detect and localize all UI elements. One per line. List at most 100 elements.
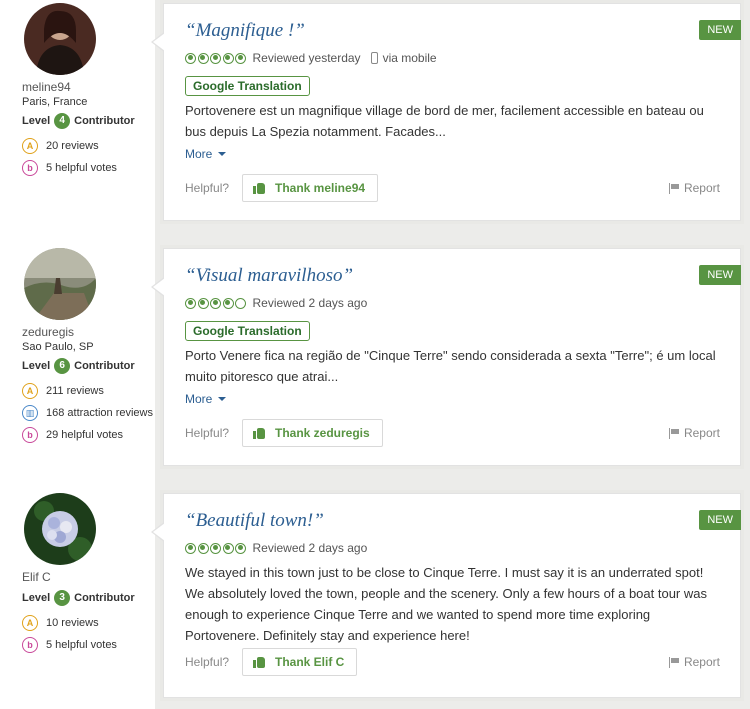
rating-bubbles — [185, 52, 248, 64]
rating-bubble-filled — [197, 52, 209, 64]
contributor-level: Level 3 Contributor — [22, 590, 157, 606]
thumbs-up-icon — [253, 427, 265, 439]
contributor-level: Level 6 Contributor — [22, 358, 157, 374]
review-footer: Helpful? Thank meline94 Report — [185, 174, 720, 202]
level-number: 3 — [54, 590, 71, 606]
review-title[interactable]: “Beautiful town!” — [185, 510, 324, 532]
flag-icon — [668, 427, 680, 439]
reviews-icon: A — [22, 138, 38, 154]
member-location: Paris, France — [22, 96, 88, 108]
reviews-icon: A — [22, 383, 38, 399]
level-suffix: Contributor — [74, 115, 135, 127]
username[interactable]: Elif C — [22, 570, 157, 584]
helpful-votes-count: 29 helpful votes — [46, 429, 124, 441]
rating-bubble-filled — [222, 52, 234, 64]
thumbs-up-icon — [253, 182, 265, 194]
helpful-votes-count: 5 helpful votes — [46, 639, 117, 651]
level-suffix: Contributor — [74, 592, 135, 604]
thank-button[interactable]: Thank meline94 — [242, 174, 379, 202]
helpful-votes-badge[interactable]: b 29 helpful votes — [22, 427, 157, 443]
review-card: NEW “Beautiful town!” Reviewed 2 days ag… — [151, 493, 741, 698]
review-card: NEW “Visual maravilhoso” Reviewed 2 days… — [151, 248, 741, 466]
member-info: Elif C Level 3 Contributor A 10 reviews … — [22, 493, 157, 653]
thank-label: Thank zeduregis — [275, 426, 370, 440]
rating-bubble-filled — [197, 542, 209, 554]
member-info: zeduregis Sao Paulo, SP Level 6 Contribu… — [22, 248, 157, 443]
report-link[interactable]: Report — [668, 426, 720, 440]
via-mobile-label: via mobile — [382, 51, 437, 65]
rating-row: Reviewed 2 days ago — [185, 541, 367, 555]
review-footer: Helpful? Thank Elif C Report — [185, 648, 720, 676]
thank-label: Thank Elif C — [275, 655, 345, 669]
helpful-votes-badge[interactable]: b 5 helpful votes — [22, 637, 157, 653]
mobile-phone-icon — [370, 52, 378, 64]
rating-bubble-empty — [235, 297, 246, 309]
reviews-count-badge[interactable]: A 10 reviews — [22, 615, 157, 631]
review-text: We stayed in this town just to be close … — [185, 565, 707, 643]
member-info: meline94 Paris, France Level 4 Contribut… — [22, 3, 157, 176]
rating-bubble-filled — [185, 297, 196, 309]
username[interactable]: meline94 — [22, 80, 157, 94]
reviews-count: 10 reviews — [46, 617, 99, 629]
rating-bubbles — [185, 297, 248, 309]
google-translation-button[interactable]: Google Translation — [185, 76, 310, 96]
review-footer: Helpful? Thank zeduregis Report — [185, 419, 720, 447]
more-link[interactable]: More — [185, 147, 227, 161]
review-date: Reviewed 2 days ago — [252, 296, 368, 310]
attraction-reviews-badge[interactable]: ▥ 168 attraction reviews — [22, 405, 157, 421]
level-number: 6 — [54, 358, 71, 374]
reviews-count: 20 reviews — [46, 140, 99, 152]
rating-row: Reviewed yesterday via mobile — [185, 51, 437, 65]
review-title[interactable]: “Magnifique !” — [185, 20, 305, 42]
report-link[interactable]: Report — [668, 655, 720, 669]
contributor-level: Level 4 Contributor — [22, 113, 157, 129]
more-link[interactable]: More — [185, 392, 227, 406]
new-badge: NEW — [699, 510, 741, 530]
review-date: Reviewed 2 days ago — [252, 541, 368, 555]
google-translation-button[interactable]: Google Translation — [185, 321, 310, 341]
report-label: Report — [683, 655, 720, 669]
reviews-count-badge[interactable]: A 211 reviews — [22, 383, 157, 399]
rating-bubble-filled — [185, 542, 196, 554]
helpful-votes-count: 5 helpful votes — [46, 162, 117, 174]
helpful-label: Helpful? — [185, 655, 230, 669]
caret-down-icon — [218, 152, 227, 156]
rating-bubble-filled — [210, 542, 221, 554]
thank-button[interactable]: Thank Elif C — [242, 648, 358, 676]
avatar[interactable] — [24, 3, 96, 75]
rating-bubble-filled — [222, 297, 234, 309]
level-prefix: Level — [22, 115, 51, 127]
helpful-label: Helpful? — [185, 426, 230, 440]
level-suffix: Contributor — [74, 360, 135, 372]
username[interactable]: zeduregis — [22, 325, 157, 339]
via-mobile: via mobile — [370, 51, 437, 65]
reviews-count: 211 reviews — [46, 385, 104, 397]
rating-bubbles — [185, 542, 248, 554]
report-link[interactable]: Report — [668, 181, 720, 195]
helpful-votes-icon: b — [22, 427, 38, 443]
rating-bubble-filled — [210, 52, 221, 64]
level-prefix: Level — [22, 592, 51, 604]
helpful-votes-icon: b — [22, 637, 38, 653]
avatar[interactable] — [24, 493, 96, 565]
thank-button[interactable]: Thank zeduregis — [242, 419, 383, 447]
flag-icon — [668, 656, 680, 668]
more-label: More — [185, 147, 213, 161]
rating-bubble-filled — [235, 542, 246, 554]
helpful-votes-badge[interactable]: b 5 helpful votes — [22, 160, 157, 176]
rating-bubble-filled — [210, 297, 221, 309]
more-label: More — [185, 392, 213, 406]
reviews-count-badge[interactable]: A 20 reviews — [22, 138, 157, 154]
rating-bubble-filled — [185, 52, 196, 64]
caret-down-icon — [218, 397, 227, 401]
thumbs-up-icon — [253, 656, 265, 668]
flag-icon — [668, 182, 680, 194]
thank-label: Thank meline94 — [275, 181, 366, 195]
rating-bubble-filled — [197, 297, 209, 309]
member-location: Sao Paulo, SP — [22, 341, 94, 353]
rating-bubble-filled — [222, 542, 234, 554]
avatar[interactable] — [24, 248, 96, 320]
review-title[interactable]: “Visual maravilhoso” — [185, 265, 353, 287]
review-date: Reviewed yesterday — [252, 51, 361, 65]
report-label: Report — [683, 426, 720, 440]
